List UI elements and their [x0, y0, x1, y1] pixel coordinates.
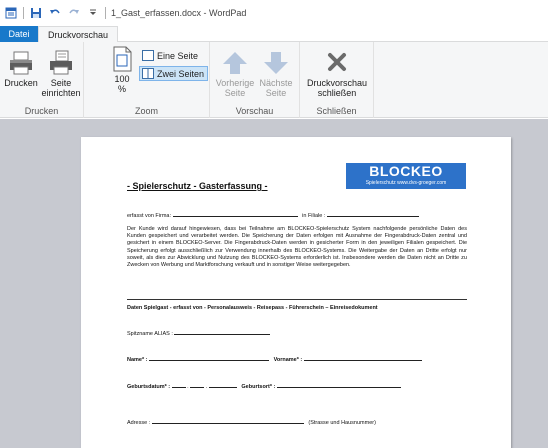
logo-subtext: Spielerschutz www.dvs-groeger.com: [346, 180, 466, 187]
birth-line: Geburtsdatum* : . . Geburtsort* :: [127, 382, 467, 391]
blockeo-logo: BLOCKEO Spielerschutz www.dvs-groeger.co…: [346, 163, 466, 189]
zoom-value: 100: [114, 74, 130, 84]
ribbon: Drucken Seite einrichten Drucken 100 % E…: [0, 42, 548, 118]
two-pages-label: Zwei Seiten: [157, 68, 205, 79]
window-title: 1_Gast_erfassen.docx - WordPad: [111, 8, 247, 18]
two-pages-icon: [142, 68, 154, 79]
name-label: Name* :: [127, 357, 148, 363]
arrow-up-icon: [223, 52, 247, 74]
alias-label: Spitzname ALIAS :: [127, 331, 173, 337]
one-page-label: Eine Seite: [157, 50, 199, 61]
page-setup-icon: [50, 50, 72, 75]
customize-quick-access-icon[interactable]: [86, 6, 100, 20]
print-preview-area[interactable]: BLOCKEO Spielerschutz www.dvs-groeger.co…: [0, 119, 548, 448]
birthplace-field-line: [276, 382, 401, 388]
alias-line: Spitzname ALIAS :: [127, 329, 467, 338]
printer-icon: [10, 51, 32, 75]
address-field-line: [151, 418, 304, 424]
address-line: Adresse : (Strasse und Hausnummer): [127, 418, 467, 427]
branch-field-line: [326, 211, 419, 217]
tab-print-preview[interactable]: Druckvorschau: [38, 26, 119, 43]
title-bar: 1_Gast_erfassen.docx - WordPad: [0, 0, 548, 26]
close-icon: [328, 53, 346, 71]
close-preview-label-2: schließen: [317, 88, 357, 98]
arrow-down-icon: [264, 52, 288, 74]
divider: [127, 299, 467, 300]
separator: [23, 7, 24, 19]
one-page-icon: [142, 50, 154, 61]
birth-year-line: [208, 382, 237, 388]
close-preview-button[interactable]: Druckvorschau schließen: [302, 50, 372, 98]
birthdate-label: Geburtsdatum* :: [127, 384, 171, 390]
two-pages-button[interactable]: Zwei Seiten: [139, 66, 209, 81]
birth-month-line: [190, 382, 205, 388]
name-line: Name* : Vorname* :: [127, 355, 467, 364]
wordpad-app-icon[interactable]: [4, 6, 18, 20]
close-group-label: Schließen: [316, 106, 357, 116]
preview-group-label: Vorschau: [235, 106, 274, 116]
preview-group: Vorherige Seite Nächste Seite Vorschau: [210, 42, 300, 118]
previous-page-label-1: Vorherige: [215, 78, 255, 88]
birthplace-label: Geburtsort* :: [241, 384, 276, 390]
birth-day-line: [171, 382, 186, 388]
logo-text: BLOCKEO: [369, 163, 443, 179]
page-setup-label-2: einrichten: [41, 88, 81, 98]
close-group: Druckvorschau schließen Schließen: [300, 42, 374, 118]
branch-label: in Filiale :: [302, 213, 326, 219]
ribbon-tabs: Datei Druckvorschau: [0, 26, 548, 43]
redo-icon[interactable]: [67, 6, 81, 20]
next-page-button[interactable]: Nächste Seite: [256, 50, 296, 98]
document-title: - Spielerschutz - Gasterfassung -: [127, 181, 268, 191]
close-preview-label-1: Druckvorschau: [306, 78, 368, 88]
firstname-field-line: [303, 355, 422, 361]
section-label: Daten Spielgast - erfasst von - Personal…: [127, 305, 378, 311]
print-label: Drucken: [4, 78, 38, 88]
separator: [105, 7, 106, 19]
previous-page-label-2: Seite: [224, 88, 246, 98]
address-label: Adresse :: [127, 420, 151, 426]
next-page-label-1: Nächste: [259, 78, 293, 88]
previous-page-button[interactable]: Vorherige Seite: [214, 50, 256, 98]
next-page-label-2: Seite: [265, 88, 287, 98]
address-hint: (Strasse und Hausnummer): [308, 420, 376, 426]
consent-paragraph: Der Kunde wird darauf hingewiesen, dass …: [127, 226, 467, 269]
alias-field-line: [174, 329, 271, 335]
captured-by-label: erfasst von Firma:: [127, 213, 172, 219]
save-icon[interactable]: [29, 6, 43, 20]
page-setup-button[interactable]: Seite einrichten: [40, 50, 82, 98]
company-field-line: [172, 211, 298, 217]
zoom-group: 100 % Eine Seite Zwei Seiten Zoom: [84, 42, 210, 118]
zoom-100-button[interactable]: 100 %: [108, 46, 136, 94]
undo-icon[interactable]: [48, 6, 62, 20]
captured-by-line: erfasst von Firma: in Filiale :: [127, 211, 467, 220]
preview-page: BLOCKEO Spielerschutz www.dvs-groeger.co…: [81, 137, 511, 448]
print-group-label: Drucken: [24, 106, 59, 116]
tab-file[interactable]: Datei: [0, 26, 38, 42]
one-page-button[interactable]: Eine Seite: [140, 48, 201, 63]
page-setup-label-1: Seite: [50, 78, 72, 88]
name-field-line: [149, 355, 270, 361]
zoom-group-label: Zoom: [134, 106, 158, 116]
print-button[interactable]: Drucken: [2, 50, 40, 88]
zoom-unit: %: [117, 84, 126, 94]
firstname-label: Vorname* :: [273, 357, 303, 363]
page-100-icon: [113, 46, 132, 72]
print-group: Drucken Seite einrichten Drucken: [0, 42, 84, 118]
